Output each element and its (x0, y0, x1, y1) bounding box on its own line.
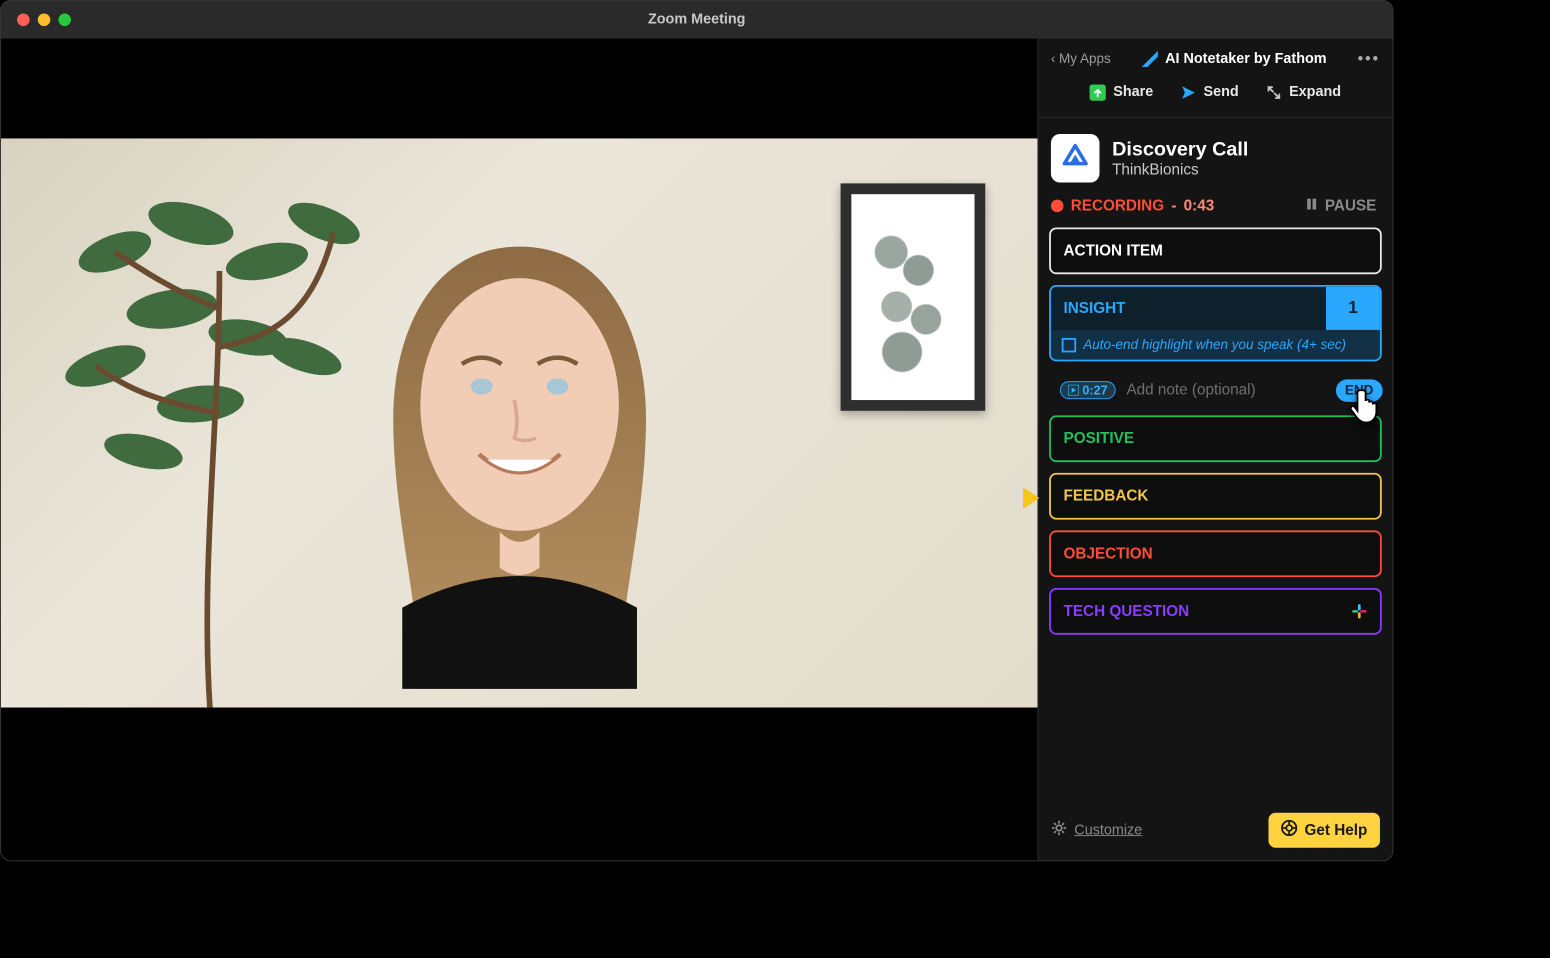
slack-icon (1351, 603, 1367, 619)
titlebar: Zoom Meeting (1, 1, 1393, 39)
chevron-left-icon: ‹ (1051, 51, 1055, 66)
auto-end-toggle[interactable]: Auto-end highlight when you speak (4+ se… (1051, 330, 1380, 360)
note-input[interactable] (1123, 376, 1329, 405)
participant-video[interactable] (1, 138, 1038, 707)
send-button[interactable]: Send (1180, 85, 1239, 101)
company-logo (1051, 134, 1100, 183)
pause-button[interactable]: PAUSE (1305, 197, 1376, 215)
meeting-title: Discovery Call (1112, 138, 1248, 161)
recording-label: RECORDING (1071, 197, 1164, 215)
expand-icon (1266, 85, 1282, 101)
checkbox-icon (1062, 338, 1076, 352)
meeting-company: ThinkBionics (1112, 161, 1248, 179)
send-icon (1180, 85, 1196, 101)
recording-time: 0:43 (1184, 197, 1215, 215)
app-title: AI Notetaker by Fathom (1142, 51, 1327, 67)
tag-positive-button[interactable]: POSITIVE (1049, 415, 1382, 462)
more-menu-button[interactable]: ••• (1358, 49, 1380, 68)
window-title: Zoom Meeting (648, 12, 745, 28)
fathom-logo-icon (1142, 51, 1158, 67)
get-help-button[interactable]: Get Help (1269, 813, 1380, 848)
recording-status: RECORDING - 0:43 (1051, 197, 1214, 215)
wall-art-decor (841, 184, 986, 412)
share-icon (1090, 85, 1106, 101)
customize-label: Customize (1074, 822, 1142, 838)
note-timestamp: 0:27 (1082, 383, 1107, 397)
maximize-window-button[interactable] (58, 13, 71, 26)
get-help-label: Get Help (1305, 821, 1368, 839)
help-icon (1281, 820, 1297, 841)
tag-action-item-button[interactable]: ACTION ITEM (1049, 227, 1382, 274)
app-window: Zoom Meeting (0, 0, 1393, 861)
expand-button[interactable]: Expand (1266, 85, 1341, 101)
video-area (1, 39, 1038, 861)
highlight-pointer-icon (1023, 487, 1039, 509)
close-window-button[interactable] (17, 13, 30, 26)
tag-positive-label: POSITIVE (1064, 430, 1135, 448)
participant-avatar (234, 184, 804, 708)
customize-link[interactable]: Customize (1051, 820, 1142, 841)
note-timestamp-pill[interactable]: 0:27 (1060, 381, 1116, 399)
share-button[interactable]: Share (1090, 85, 1153, 101)
recording-separator: - (1171, 197, 1176, 215)
play-icon (1068, 385, 1079, 396)
minimize-window-button[interactable] (38, 13, 51, 26)
app-name-label: AI Notetaker by Fathom (1165, 51, 1326, 67)
tag-insight-count: 1 (1326, 287, 1380, 330)
window-controls (1, 13, 71, 26)
back-to-apps-button[interactable]: ‹ My Apps (1051, 51, 1111, 66)
recording-dot-icon (1051, 200, 1064, 213)
main-content: ‹ My Apps AI Notetaker by Fathom ••• S (1, 39, 1393, 861)
pause-label: PAUSE (1325, 197, 1377, 215)
back-label: My Apps (1059, 51, 1111, 66)
tag-action-item-label: ACTION ITEM (1064, 242, 1163, 260)
share-label: Share (1113, 85, 1153, 101)
gear-icon (1051, 820, 1067, 841)
tag-objection-button[interactable]: OBJECTION (1049, 530, 1382, 577)
tag-insight-label: INSIGHT (1051, 287, 1138, 330)
tag-feedback-button[interactable]: FEEDBACK (1049, 473, 1382, 520)
auto-end-label: Auto-end highlight when you speak (4+ se… (1083, 337, 1346, 352)
pause-icon (1305, 197, 1318, 215)
cursor-hand-icon (1346, 385, 1387, 426)
expand-label: Expand (1289, 85, 1341, 101)
tag-insight-button[interactable]: INSIGHT 1 Auto-end highlight when you sp… (1049, 285, 1382, 361)
tag-tech-question-button[interactable]: TECH QUESTION (1049, 588, 1382, 635)
tag-objection-label: OBJECTION (1064, 545, 1153, 563)
note-row: 0:27 END (1049, 372, 1382, 404)
meeting-header: Discovery Call ThinkBionics (1038, 118, 1392, 192)
tag-feedback-label: FEEDBACK (1064, 487, 1149, 505)
tag-tech-question-label: TECH QUESTION (1064, 602, 1190, 620)
send-label: Send (1204, 85, 1239, 101)
fathom-sidebar: ‹ My Apps AI Notetaker by Fathom ••• S (1037, 39, 1392, 861)
